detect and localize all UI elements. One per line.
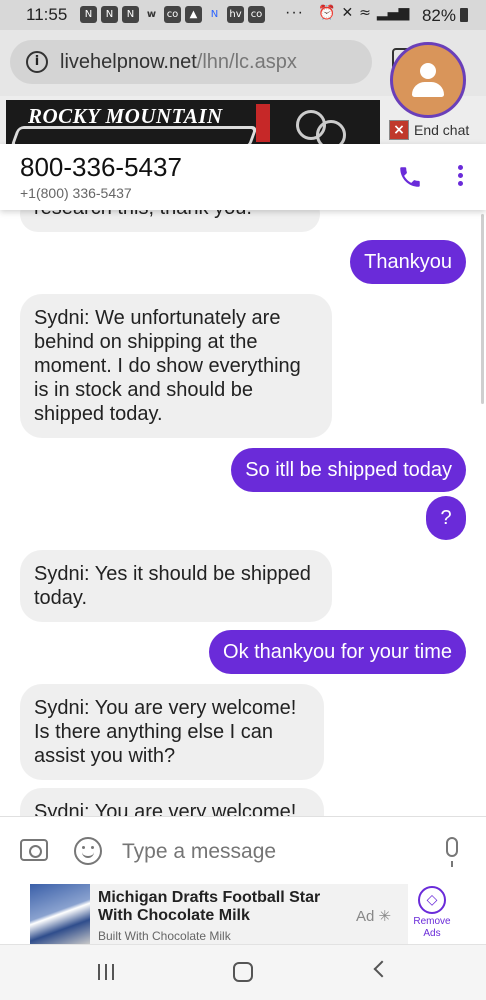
incoming-message: Sydni: You are very welcome! Is there an…	[20, 684, 324, 780]
ad-swirl-graphic	[316, 120, 346, 144]
composer-bar	[0, 816, 486, 882]
url-text[interactable]: livehelpnow.net/lhn/lc.aspx	[60, 51, 297, 74]
microphone-icon[interactable]	[446, 837, 458, 867]
rocky-mountain-ad[interactable]: ROCKY MOUNTAIN	[6, 100, 380, 144]
more-options-icon[interactable]	[450, 162, 470, 192]
ad-thumbnail-image[interactable]	[30, 884, 90, 944]
message-list[interactable]: research this, thank you. Thankyou Sydni…	[0, 210, 486, 816]
message-scrollbar[interactable]	[481, 214, 484, 404]
address-bar[interactable]: i livehelpnow.net/lhn/lc.aspx	[10, 40, 372, 84]
contact-subtitle: +1(800) 336-5437	[20, 185, 132, 201]
notification-hv-icon: hv	[227, 6, 244, 23]
ad-logo-swoosh	[9, 126, 259, 144]
back-icon[interactable]	[373, 960, 391, 978]
notification-n-icon: N	[122, 6, 139, 23]
wifi-icon: ≈	[359, 5, 371, 21]
notification-icons: N N N w co ▲ N hv co	[80, 6, 265, 23]
chat-head-avatar[interactable]	[390, 42, 466, 118]
notification-co-icon: co	[164, 6, 181, 23]
more-notifications-icon: ···	[285, 4, 304, 21]
emoji-icon[interactable]	[74, 837, 102, 865]
diamond-icon: ◇	[418, 886, 446, 914]
notification-n-icon: N	[80, 6, 97, 23]
battery-icon	[460, 8, 468, 22]
ad-byline: Built With Chocolate Milk	[98, 929, 231, 943]
recent-apps-icon[interactable]	[98, 964, 120, 982]
end-chat-label[interactable]: End chat	[414, 122, 469, 138]
person-icon	[420, 63, 436, 79]
signal-icon: ▂▄▆	[376, 5, 410, 21]
url-host: livehelpnow.net	[60, 51, 197, 73]
ad-card[interactable]: Michigan Drafts Football Star With Choco…	[30, 884, 408, 944]
remove-ads-button[interactable]: ◇ Remove Ads	[410, 886, 454, 940]
contact-title: 800-336-5437	[20, 152, 182, 182]
incoming-message: research this, thank you.	[20, 210, 320, 232]
home-icon[interactable]	[233, 962, 253, 982]
system-icons: ⏰ ✕ ≈ ▂▄▆	[318, 5, 409, 21]
outgoing-message: Thankyou	[350, 240, 466, 284]
message-input[interactable]	[122, 840, 422, 864]
url-path: /lhn/lc.aspx	[196, 51, 297, 73]
notification-co-icon: co	[248, 6, 265, 23]
incoming-message: Sydni: We unfortunately are behind on sh…	[20, 294, 332, 438]
ad-label: Ad	[356, 908, 375, 925]
outgoing-message: Ok thankyou for your time	[209, 630, 466, 674]
ad-red-stripe	[256, 104, 270, 142]
end-chat-button[interactable]: × End chat	[389, 120, 469, 140]
notification-w-icon: w	[146, 9, 157, 20]
notification-n-icon: N	[101, 6, 118, 23]
notification-n-icon: N	[210, 9, 219, 20]
notification-hat-icon: ▲	[185, 6, 202, 23]
camera-icon[interactable]	[20, 839, 48, 861]
bottom-ad[interactable]: Michigan Drafts Football Star With Choco…	[0, 882, 486, 944]
battery-percent: 82%	[421, 6, 456, 25]
outgoing-message: ?	[426, 496, 466, 540]
incoming-message: Sydni: You are very welcome!	[20, 788, 324, 816]
person-icon-body	[412, 82, 444, 97]
status-bar: 11:55 N N N w co ▲ N hv co ··· ⏰ ✕ ≈ ▂▄▆…	[0, 0, 486, 30]
remove-ads-label: Remove Ads	[413, 916, 451, 939]
mute-icon: ✕	[341, 5, 354, 21]
ad-headline[interactable]: Michigan Drafts Football Star With Choco…	[98, 889, 358, 925]
outgoing-message: So itll be shipped today	[231, 448, 466, 492]
incoming-message: Sydni: Yes it should be shipped today.	[20, 550, 332, 622]
status-time: 11:55	[26, 5, 68, 24]
phone-call-icon[interactable]	[397, 164, 423, 190]
ad-choices-label[interactable]: Ad ✳	[356, 907, 391, 925]
info-icon[interactable]: i	[26, 51, 48, 73]
alarm-icon: ⏰	[318, 5, 336, 21]
system-navigation-bar	[0, 944, 486, 1000]
conversation-header: 800-336-5437 +1(800) 336-5437	[0, 144, 486, 210]
close-icon[interactable]: ×	[389, 120, 409, 140]
